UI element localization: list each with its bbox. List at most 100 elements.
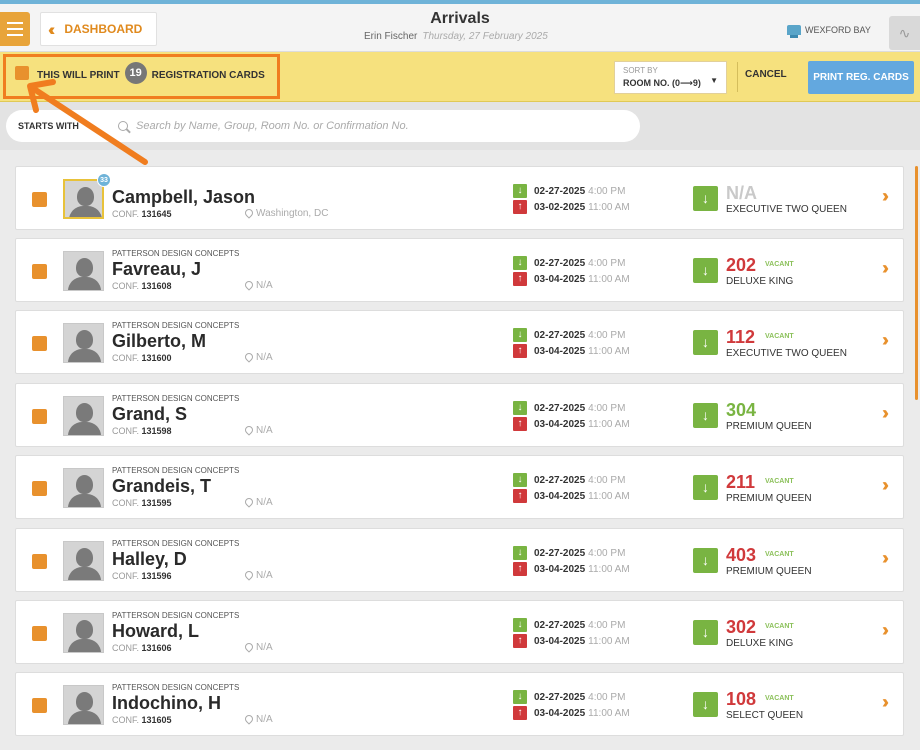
room-type: SELECT QUEEN	[726, 710, 804, 721]
sort-dropdown[interactable]: SORT BY ROOM NO. (0⟶9) ▼	[614, 61, 727, 94]
conf-value: 131606	[141, 643, 172, 653]
top-bar: ‹‹ DASHBOARD Arrivals Erin Fischer Thursd…	[0, 0, 920, 52]
guest-name: Howard, L	[112, 621, 200, 641]
location-text: N/A	[256, 642, 273, 653]
reservation-row[interactable]: PATTERSON DESIGN CONCEPTS Indochino, H CON…	[15, 672, 904, 736]
reservation-row[interactable]: PATTERSON DESIGN CONCEPTS Gilberto, M CONF…	[15, 310, 904, 374]
chevron-double-right-icon[interactable]: ››	[882, 693, 889, 711]
arrival-arrow-icon: ↓	[513, 328, 527, 342]
search-input[interactable]	[104, 110, 640, 142]
room-status: VACANT	[765, 261, 794, 268]
room-status: VACANT	[765, 695, 794, 702]
row-checkbox[interactable]	[32, 554, 47, 569]
guest-name: Gilberto, M	[112, 331, 206, 351]
row-checkbox[interactable]	[32, 698, 47, 713]
select-all-checkbox[interactable]	[15, 66, 29, 80]
chevron-double-right-icon[interactable]: ››	[882, 259, 889, 277]
guest-avatar	[63, 613, 104, 653]
reservation-list[interactable]: 33 Campbell, Jason CONF. 131645 Washington,…	[0, 150, 920, 750]
row-checkbox[interactable]	[32, 192, 47, 207]
departure-arrow-icon: ↑	[513, 489, 527, 503]
guest-location: Washington, DC	[245, 208, 328, 219]
reservation-row[interactable]: PATTERSON DESIGN CONCEPTS Grandeis, T CONF…	[15, 455, 904, 519]
conf-value: 131600	[141, 353, 172, 363]
departure-time: 11:00 AM	[588, 635, 630, 647]
chevron-double-right-icon[interactable]: ››	[882, 549, 889, 567]
guest-location: N/A	[245, 497, 273, 508]
arrival-time: 4:00 PM	[588, 691, 626, 703]
stay-dates: ↓ 02-27-2025 4:00 PM ↑ 03-04-2025 11:00 AM	[513, 400, 630, 432]
print-reg-cards-button[interactable]: PRINT REG. CARDS	[808, 61, 914, 94]
row-checkbox[interactable]	[32, 336, 47, 351]
guest-name: Campbell, Jason	[112, 187, 256, 207]
arrival-arrow-icon: ↓	[513, 184, 527, 198]
departure-arrow-icon: ↑	[513, 706, 527, 720]
guest-location: N/A	[245, 280, 273, 291]
conf-label: CONF.	[112, 426, 139, 436]
confirmation-number: CONF. 131600	[112, 353, 172, 363]
departure-arrow-icon: ↑	[513, 344, 527, 358]
hotel-selector[interactable]: WEXFORD BAY	[787, 25, 871, 38]
row-checkbox[interactable]	[32, 626, 47, 641]
guest-location: N/A	[245, 642, 273, 653]
departure-date: 03-04-2025	[534, 345, 586, 357]
room-number: 112	[726, 327, 756, 347]
departure-date: 03-04-2025	[534, 635, 586, 647]
company-name: PATTERSON DESIGN CONCEPTS	[112, 683, 240, 692]
location-pin-icon	[245, 426, 253, 436]
guest-avatar	[63, 541, 104, 581]
departure-arrow-icon: ↑	[513, 200, 527, 214]
room-arrival-icon: ↓	[693, 692, 718, 717]
hotel-icon	[787, 25, 801, 38]
reservation-row[interactable]: PATTERSON DESIGN CONCEPTS Grand, S CONF. 1…	[15, 383, 904, 447]
room-arrival-icon: ↓	[693, 330, 718, 355]
hotel-name: WEXFORD BAY	[805, 25, 871, 35]
room-number: 108	[726, 689, 757, 709]
stay-dates: ↓ 02-27-2025 4:00 PM ↑ 03-04-2025 11:00 AM	[513, 689, 630, 721]
row-checkbox[interactable]	[32, 409, 47, 424]
room-status: VACANT	[765, 623, 794, 630]
room-type: DELUXE KING	[726, 276, 794, 287]
activity-button[interactable]: ∿	[889, 16, 920, 50]
departure-time: 11:00 AM	[588, 563, 630, 575]
departure-date: 03-04-2025	[534, 490, 586, 502]
conf-value: 131605	[141, 715, 172, 725]
arrival-date: 02-27-2025	[534, 547, 586, 559]
arrival-time: 4:00 PM	[588, 402, 626, 414]
row-checkbox[interactable]	[32, 481, 47, 496]
guest-avatar	[63, 396, 104, 436]
row-checkbox[interactable]	[32, 264, 47, 279]
search-bar: STARTS WITH	[0, 102, 920, 150]
departure-time: 11:00 AM	[588, 490, 630, 502]
cancel-button[interactable]: CANCEL	[745, 69, 787, 80]
divider	[737, 62, 738, 92]
stay-dates: ↓ 02-27-2025 4:00 PM ↑ 03-04-2025 11:00 AM	[513, 472, 630, 504]
chevron-double-right-icon[interactable]: ››	[882, 331, 889, 349]
confirmation-number: CONF. 131595	[112, 498, 172, 508]
location-text: N/A	[256, 714, 273, 725]
departure-date: 03-04-2025	[534, 707, 586, 719]
reservation-row[interactable]: 33 Campbell, Jason CONF. 131645 Washington,…	[15, 166, 904, 230]
room-number: N/A	[726, 183, 757, 203]
company-name: PATTERSON DESIGN CONCEPTS	[112, 466, 240, 475]
room-number: 202	[726, 255, 757, 275]
company-name: PATTERSON DESIGN CONCEPTS	[112, 611, 240, 620]
location-pin-icon	[245, 353, 253, 363]
reservation-row[interactable]: PATTERSON DESIGN CONCEPTS Howard, L CONF. …	[15, 600, 904, 664]
chevron-double-right-icon[interactable]: ››	[882, 187, 889, 205]
starts-with-filter[interactable]: STARTS WITH	[6, 110, 106, 142]
location-text: Washington, DC	[256, 208, 329, 219]
conf-value: 131598	[141, 426, 172, 436]
pulse-icon: ∿	[898, 24, 911, 41]
chevron-double-right-icon[interactable]: ››	[882, 476, 889, 494]
conf-label: CONF.	[112, 353, 139, 363]
chevron-double-right-icon[interactable]: ››	[882, 404, 889, 422]
arrival-time: 4:00 PM	[588, 619, 626, 631]
scrollbar[interactable]	[915, 166, 918, 400]
arrival-date: 02-27-2025	[534, 185, 586, 197]
reservation-row[interactable]: PATTERSON DESIGN CONCEPTS Favreau, J CONF.…	[15, 238, 904, 302]
chevron-double-right-icon[interactable]: ››	[882, 621, 889, 639]
reservation-row[interactable]: PATTERSON DESIGN CONCEPTS Halley, D CONF. …	[15, 528, 904, 592]
conf-value: 131645	[141, 209, 172, 219]
location-pin-icon	[245, 715, 253, 725]
